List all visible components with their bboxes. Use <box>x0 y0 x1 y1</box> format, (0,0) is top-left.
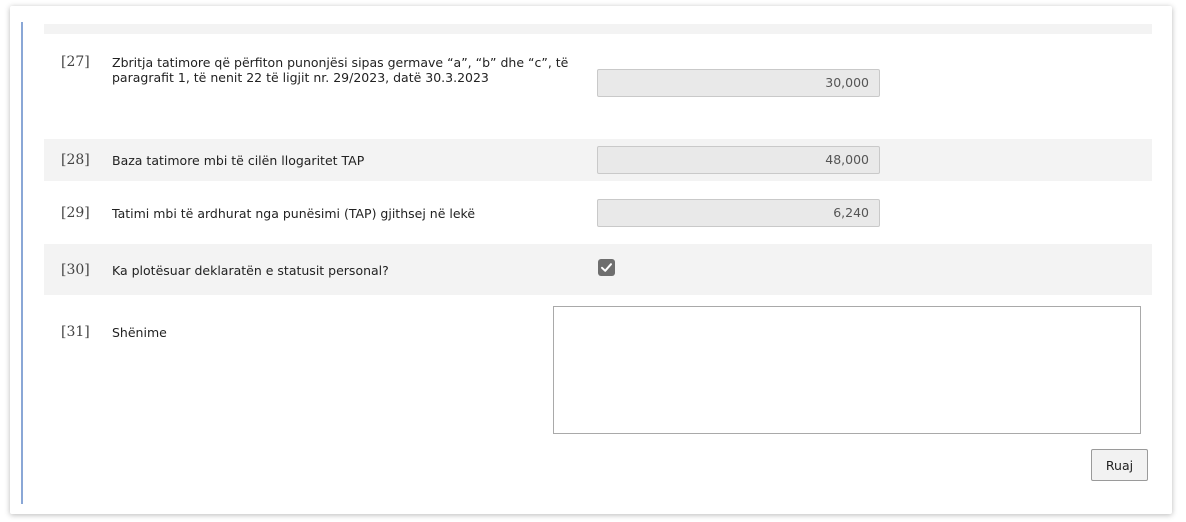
row-label: Zbritja tatimore që përfiton punonjësi s… <box>112 55 569 85</box>
form-row-28: [28] Baza tatimore mbi të cilën llogarit… <box>44 139 1152 181</box>
row-number: [28] <box>61 152 90 168</box>
row-number: [29] <box>61 205 90 221</box>
personal-status-checkbox[interactable] <box>598 259 615 276</box>
top-strip <box>44 24 1152 34</box>
row-number: [30] <box>61 262 90 278</box>
row-label: Ka plotësuar deklaratën e statusit perso… <box>112 263 389 278</box>
row-number: [31] <box>61 324 90 340</box>
tax-base-field[interactable]: 48,000 <box>597 146 880 174</box>
notes-textarea[interactable] <box>553 306 1141 434</box>
form-row-30: [30] Ka plotësuar deklaratën e statusit … <box>44 244 1152 295</box>
checkmark-icon <box>601 263 612 272</box>
tax-total-field[interactable]: 6,240 <box>597 199 880 227</box>
save-button[interactable]: Ruaj <box>1091 449 1148 481</box>
row-number: [27] <box>61 54 90 70</box>
row-label: Baza tatimore mbi të cilën llogaritet TA… <box>112 153 365 168</box>
row-label: Shënime <box>112 325 167 340</box>
accent-bar <box>21 22 23 504</box>
deduction-field[interactable]: 30,000 <box>597 69 880 97</box>
form-row-29: [29] Tatimi mbi të ardhurat nga punësimi… <box>44 190 1152 238</box>
row-label: Tatimi mbi të ardhurat nga punësimi (TAP… <box>112 206 476 221</box>
form-row-27: [27] Zbritja tatimore që përfiton punonj… <box>44 34 1152 132</box>
